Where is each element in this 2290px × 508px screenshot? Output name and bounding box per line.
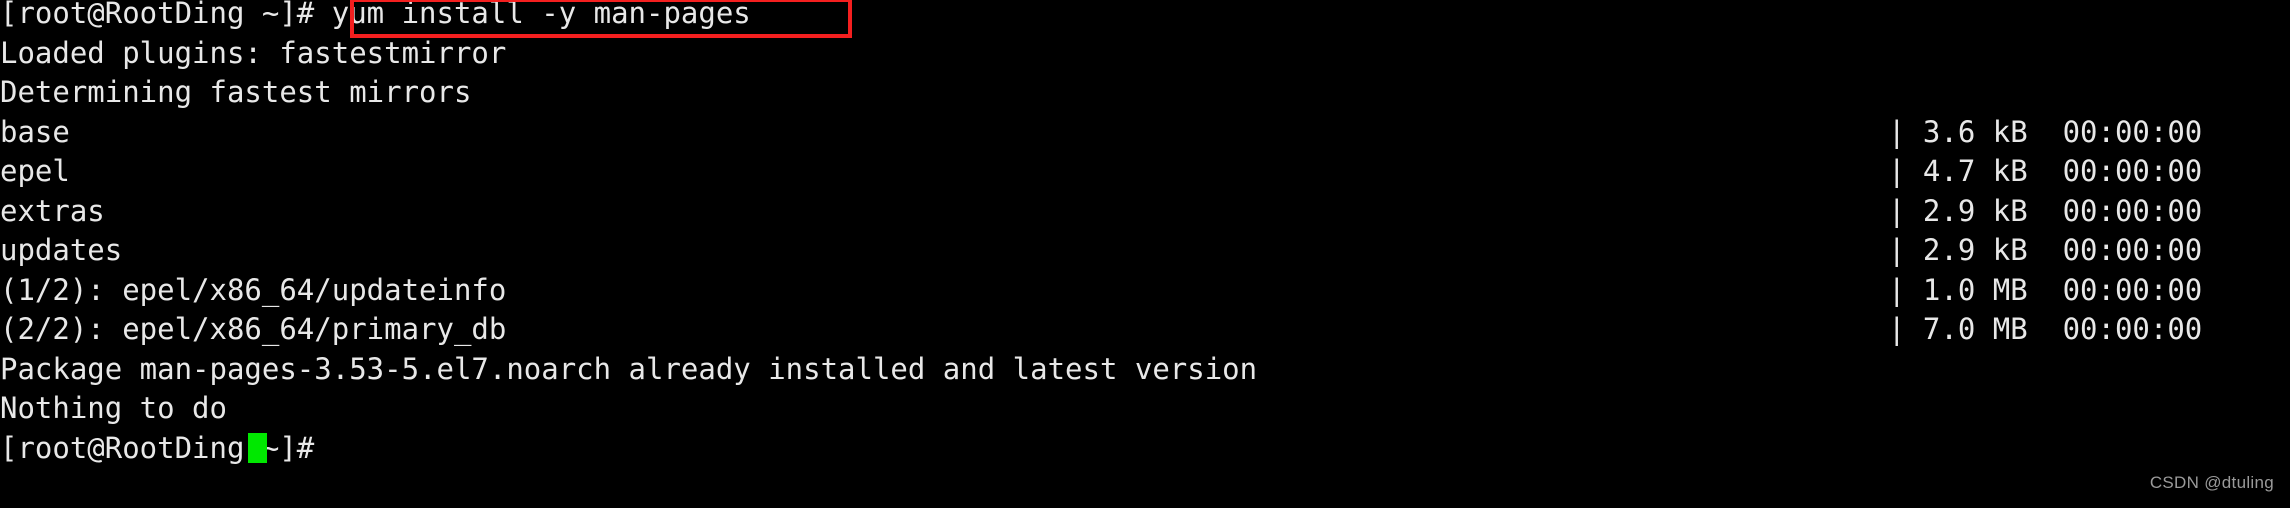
terminal-line: Nothing to do [0, 389, 2290, 429]
terminal-line: updates | 2.9 kB 00:00:00 [0, 231, 2290, 271]
terminal-line-text: updates [0, 233, 123, 267]
terminal-line: epel | 4.7 kB 00:00:00 [0, 152, 2290, 192]
terminal-line-text: [root@RootDing ~]# yum install -y man-pa… [0, 0, 751, 30]
terminal-line-text: epel [0, 154, 70, 188]
watermark: CSDN @dtuling [2149, 472, 2274, 492]
terminal-line-text: (2/2): epel/x86_64/primary_db [0, 312, 507, 346]
terminal-line: extras | 2.9 kB 00:00:00 [0, 192, 2290, 232]
terminal-line-status: | 2.9 kB 00:00:00 [1888, 193, 2203, 228]
terminal-line: base | 3.6 kB 00:00:00 [0, 113, 2290, 153]
terminal-line: Determining fastest mirrors [0, 73, 2290, 113]
terminal-line-text: base [0, 114, 70, 149]
terminal-line: [root@RootDing ~]# yum install -y man-pa… [0, 0, 2290, 34]
terminal-line-text: Package man-pages-3.53-5.el7.noarch alre… [0, 351, 1258, 386]
terminal-line: (2/2): epel/x86_64/primary_db | 7.0 MB 0… [0, 310, 2290, 350]
terminal-line-status: | 4.7 kB 00:00:00 [1888, 154, 2203, 188]
terminal-line: (1/2): epel/x86_64/updateinfo | 1.0 MB 0… [0, 271, 2290, 311]
terminal-output: [root@RootDing ~]# yum install -y man-pa… [0, 0, 2290, 468]
terminal-line-text: (1/2): epel/x86_64/updateinfo [0, 272, 507, 307]
terminal-line-text: extras [0, 193, 105, 228]
terminal-prompt-line[interactable]: [root@RootDing ~]# [0, 429, 2290, 469]
terminal-line-status: | 2.9 kB 00:00:00 [1888, 233, 2203, 267]
terminal-line-text: Determining fastest mirrors [0, 75, 472, 109]
terminal-line-text: Nothing to do [0, 391, 227, 425]
terminal-cursor [248, 432, 267, 463]
terminal-line-text: Loaded plugins: fastestmirror [0, 35, 507, 70]
terminal-line-status: | 7.0 MB 00:00:00 [1888, 312, 2203, 346]
terminal-line: Package man-pages-3.53-5.el7.noarch alre… [0, 350, 2290, 390]
terminal-line-status: | 3.6 kB 00:00:00 [1888, 114, 2203, 149]
terminal-line: Loaded plugins: fastestmirror [0, 34, 2290, 74]
terminal-window[interactable]: [root@RootDing ~]# yum install -y man-pa… [0, 0, 2290, 508]
terminal-line-status: | 1.0 MB 00:00:00 [1888, 272, 2203, 307]
terminal-prompt-text: [root@RootDing ~]# [0, 430, 332, 465]
